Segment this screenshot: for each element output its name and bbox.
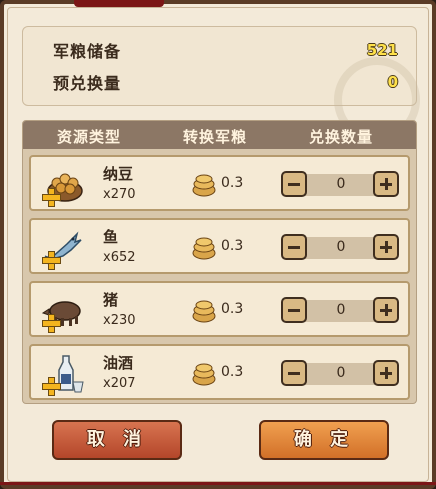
grain-sack-icon xyxy=(191,362,217,386)
bottom-ribbon xyxy=(0,482,436,485)
quantity-stepper: 0 xyxy=(281,234,401,262)
grain-sack-icon xyxy=(191,236,217,260)
resource-count: x230 xyxy=(103,313,136,328)
resource-count: x652 xyxy=(103,250,136,265)
summary-panel: 军粮储备 521 预兑换量 0 xyxy=(22,26,420,143)
add-resource-icon[interactable] xyxy=(41,187,61,207)
resource-name: 猪 xyxy=(103,291,119,309)
quantity-stepper: 0 xyxy=(281,360,401,388)
conversion-rate: 0.3 xyxy=(221,364,244,380)
grain-reserve-row: 军粮储备 521 xyxy=(53,39,398,61)
add-resource-icon[interactable] xyxy=(41,250,61,270)
table-row: 鱼 x652 0.3 0 xyxy=(29,218,410,274)
grain-reserve-label: 军粮储备 xyxy=(53,42,122,61)
resource-name: 纳豆 xyxy=(103,165,134,183)
table-row: 猪 x230 0.3 0 xyxy=(29,281,410,337)
decrease-button[interactable] xyxy=(281,171,307,197)
grain-sack-icon xyxy=(191,299,217,323)
conversion-rate: 0.3 xyxy=(221,175,244,191)
header-convert-grain: 转换军粮 xyxy=(183,128,248,146)
header-exchange-qty: 兑换数量 xyxy=(309,128,374,146)
confirm-button[interactable]: 确 定 xyxy=(259,420,389,460)
quantity-value: 0 xyxy=(336,176,346,192)
decrease-button[interactable] xyxy=(281,297,307,323)
expected-exchange-label: 预兑换量 xyxy=(53,74,122,93)
top-ribbon xyxy=(74,0,164,7)
resource-table: 资源类型 转换军粮 兑换数量 纳豆 x270 0.3 0 鱼 x652 0.3 … xyxy=(22,120,417,404)
decrease-button[interactable] xyxy=(281,360,307,386)
increase-button[interactable] xyxy=(373,234,399,260)
resource-count: x207 xyxy=(103,376,136,391)
table-header: 资源类型 转换军粮 兑换数量 xyxy=(23,121,416,149)
header-resource-type: 资源类型 xyxy=(57,128,122,146)
exchange-dialog: 军粮储备 521 预兑换量 0 资源类型 转换军粮 兑换数量 纳豆 x270 0… xyxy=(0,0,436,489)
resource-name: 鱼 xyxy=(103,228,119,246)
add-resource-icon[interactable] xyxy=(41,376,61,396)
resource-name: 油酒 xyxy=(103,354,134,372)
quantity-value: 0 xyxy=(336,239,346,255)
expected-exchange-value: 0 xyxy=(387,73,398,91)
conversion-rate: 0.3 xyxy=(221,301,244,317)
increase-button[interactable] xyxy=(373,360,399,386)
table-row: 油酒 x207 0.3 0 xyxy=(29,344,410,400)
quantity-value: 0 xyxy=(336,365,346,381)
quantity-stepper: 0 xyxy=(281,297,401,325)
add-resource-icon[interactable] xyxy=(41,313,61,333)
table-row: 纳豆 x270 0.3 0 xyxy=(29,155,410,211)
grain-reserve-value: 521 xyxy=(366,41,398,59)
grain-sack-icon xyxy=(191,173,217,197)
increase-button[interactable] xyxy=(373,297,399,323)
expected-exchange-row: 预兑换量 0 xyxy=(53,71,398,93)
resource-count: x270 xyxy=(103,187,136,202)
cancel-button[interactable]: 取 消 xyxy=(52,420,182,460)
quantity-stepper: 0 xyxy=(281,171,401,199)
quantity-value: 0 xyxy=(336,302,346,318)
decrease-button[interactable] xyxy=(281,234,307,260)
increase-button[interactable] xyxy=(373,171,399,197)
conversion-rate: 0.3 xyxy=(221,238,244,254)
